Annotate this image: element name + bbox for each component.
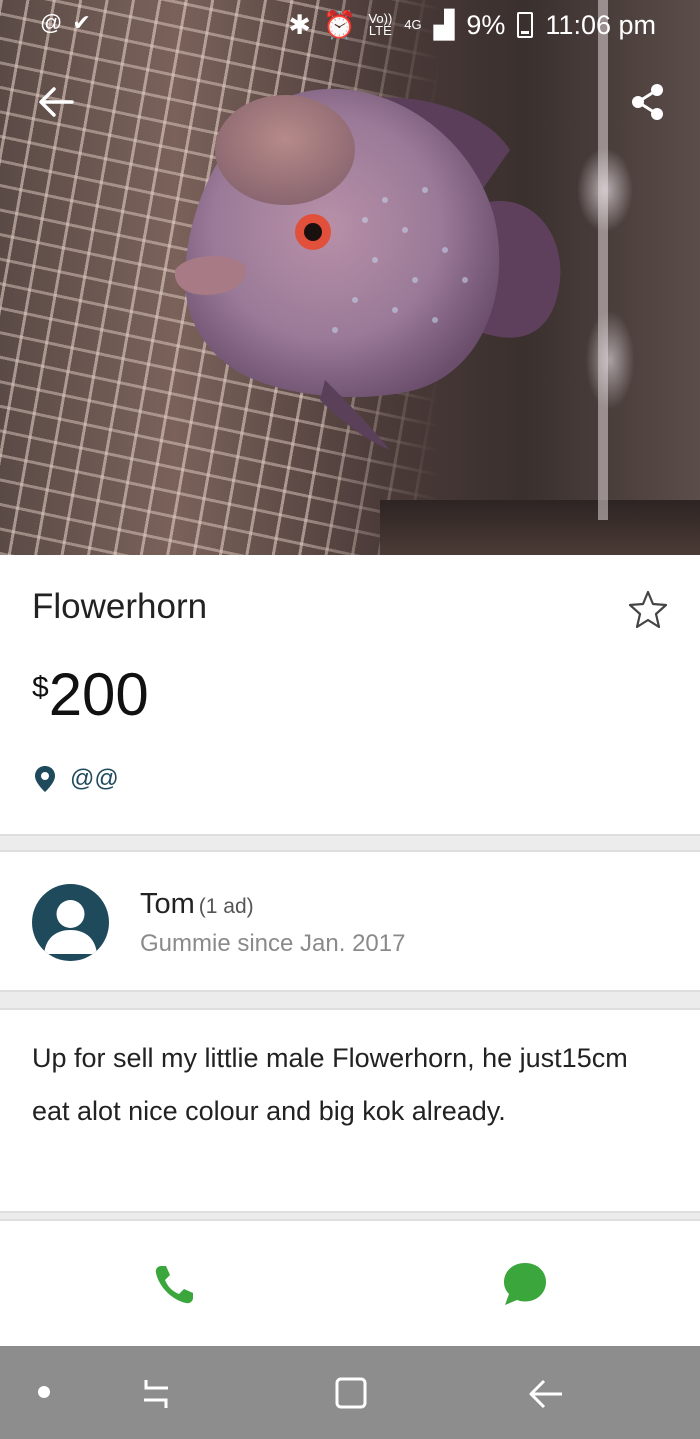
listing-price: $ 200	[32, 663, 149, 727]
home-button[interactable]	[334, 1376, 368, 1410]
price-currency: $	[32, 671, 49, 704]
bluetooth-icon: ✱	[288, 9, 311, 40]
notification-icons: @ ✔	[40, 10, 91, 36]
star-outline-icon	[628, 590, 668, 629]
chat-button[interactable]	[502, 1261, 548, 1307]
seller-ad-count: (1 ad)	[198, 895, 254, 918]
user-icon	[44, 900, 97, 954]
check-icon: ✔	[72, 10, 91, 35]
listing-info: Flowerhorn $ 200 @@	[0, 555, 700, 835]
map-pin-icon	[35, 766, 55, 792]
contact-action-bar	[0, 1221, 700, 1346]
recent-apps-icon	[144, 1380, 168, 1408]
system-back-icon	[529, 1379, 562, 1409]
network-type: 4G	[404, 17, 422, 32]
home-square-icon	[335, 1377, 367, 1409]
section-divider	[0, 834, 700, 852]
section-divider	[0, 990, 700, 1010]
avatar[interactable]	[32, 884, 109, 961]
seller-member-since: Gummie since Jan. 2017	[140, 930, 406, 957]
fish-image	[174, 88, 561, 450]
phone-icon	[155, 1266, 193, 1304]
listing-location[interactable]: @@	[34, 765, 119, 793]
seller-card[interactable]: Tom (1 ad) Gummie since Jan. 2017	[0, 852, 700, 990]
status-bar: @ ✔ ✱ ⏰ Vo)) LTE 4G ▟ 9% 11:06 pm	[0, 0, 700, 50]
system-navigation-bar	[0, 1346, 700, 1439]
listing-description: Up for sell my littlie male Flowerhorn, …	[32, 1043, 628, 1126]
signal-icon: ▟	[433, 9, 455, 40]
seller-name[interactable]: Tom (1 ad)	[140, 888, 254, 921]
clock: 11:06 pm	[545, 9, 656, 40]
call-button[interactable]	[152, 1263, 196, 1307]
favorite-button[interactable]	[628, 589, 668, 629]
battery-percent: 9%	[466, 9, 506, 40]
section-divider	[0, 1211, 700, 1221]
at-sign-icon: @	[40, 10, 63, 35]
arrow-left-icon	[39, 87, 74, 117]
battery-icon	[517, 12, 534, 38]
chat-bubble-icon	[504, 1263, 546, 1305]
system-back-button[interactable]	[526, 1374, 566, 1414]
alarm-icon: ⏰	[322, 10, 357, 40]
location-text: @@	[70, 765, 119, 792]
share-button[interactable]	[624, 78, 672, 126]
recent-apps-button[interactable]	[136, 1376, 176, 1412]
nav-indicator-dot	[38, 1386, 50, 1398]
share-icon	[632, 84, 663, 120]
listing-photo[interactable]: @ ✔ ✱ ⏰ Vo)) LTE 4G ▟ 9% 11:06 pm	[0, 0, 700, 555]
volte-indicator: Vo)) LTE	[368, 11, 393, 38]
price-amount: 200	[48, 661, 149, 728]
back-button[interactable]	[32, 78, 80, 126]
listing-title: Flowerhorn	[32, 587, 208, 626]
